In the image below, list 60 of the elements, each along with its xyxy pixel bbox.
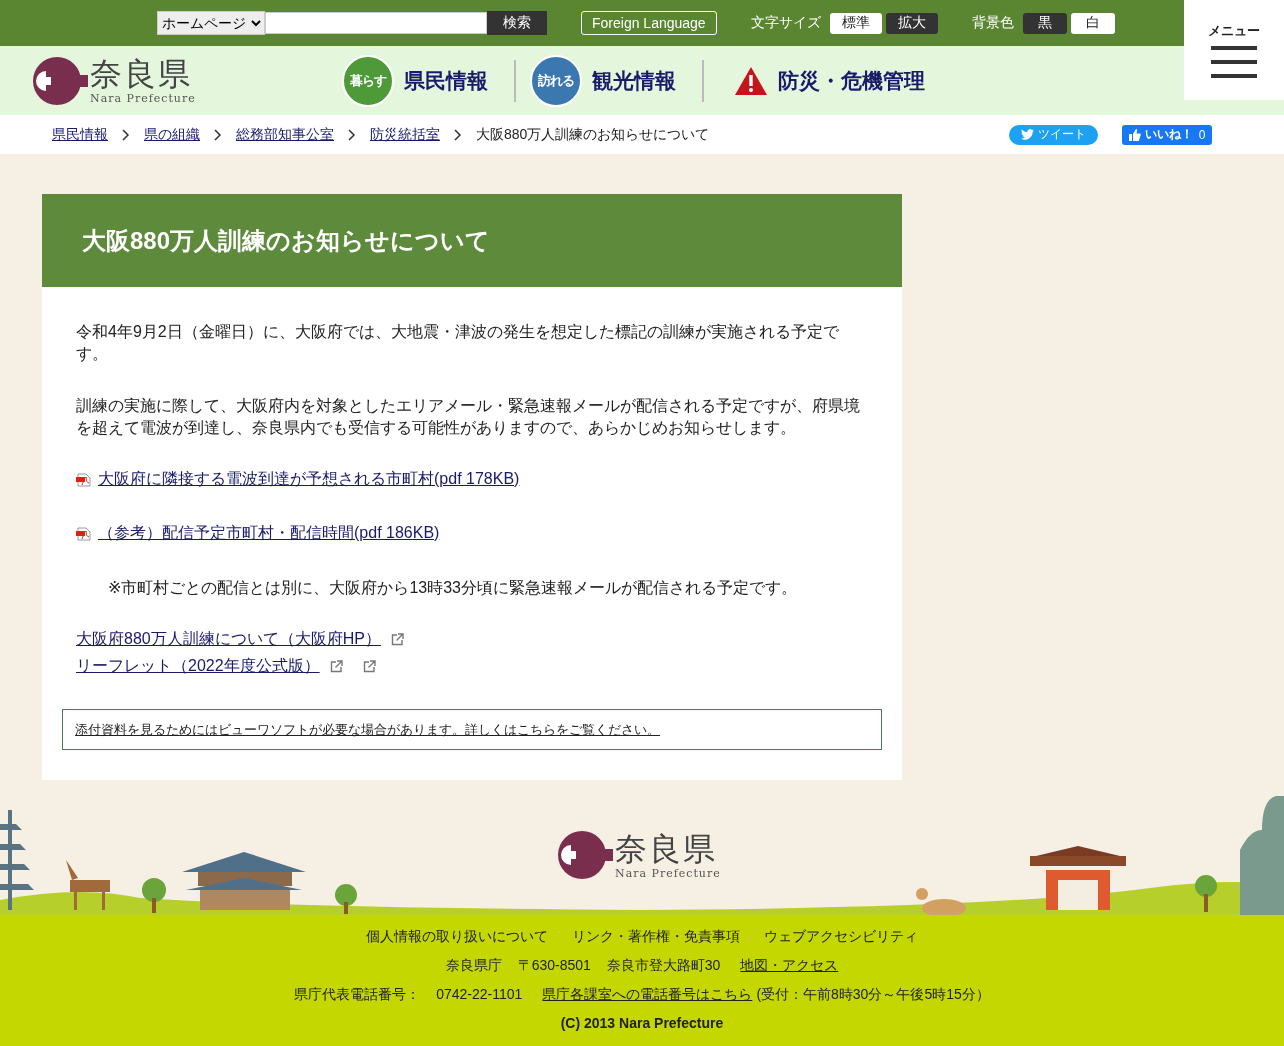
foreign-language-button[interactable]: Foreign Language <box>581 11 717 35</box>
background-color-button[interactable]: 白 <box>1070 12 1115 34</box>
footer-link[interactable]: 個人情報の取り扱いについて <box>366 927 548 945</box>
font-size-button[interactable]: 拡大 <box>885 12 938 34</box>
font-size-label: 文字サイズ <box>750 14 821 32</box>
nav-badge: 訪れる <box>529 54 582 107</box>
background-color-button[interactable]: 黒 <box>1022 12 1067 34</box>
breadcrumb-link[interactable]: 県の組織 <box>144 125 200 144</box>
address-text: 〒630-8501 <box>517 956 591 974</box>
pdf-link[interactable]: （参考）配信予定市町村・配信時間(pdf 186KB) <box>98 523 440 544</box>
chevron-right-icon <box>214 128 222 141</box>
nav-badge: 暮らす <box>341 54 394 107</box>
breadcrumb-link[interactable]: 防災統括室 <box>370 125 440 144</box>
phone-directory-link[interactable]: 県庁各課室への電話番号はこちら <box>542 985 753 1003</box>
external-link[interactable]: リーフレット（2022年度公式版） <box>76 656 320 677</box>
breadcrumb-link[interactable]: 総務部知事公室 <box>236 125 334 144</box>
office-hours: (受付：午前8時30分～午後5時15分） <box>756 985 990 1003</box>
menu-icon <box>1211 46 1257 78</box>
like-button[interactable]: いいね！ 0 <box>1122 124 1212 145</box>
chevron-right-icon <box>122 128 130 141</box>
external-link[interactable]: 大阪府880万人訓練について（大阪府HP） <box>76 629 381 650</box>
search-field[interactable] <box>265 12 487 34</box>
pdf-icon <box>76 472 92 487</box>
logo-emblem-icon <box>32 55 88 106</box>
pdf-icon <box>76 526 92 541</box>
nav-link[interactable]: 防災・危機管理 <box>733 65 937 96</box>
breadcrumb-current: 大阪880万人訓練のお知らせについて <box>476 125 710 144</box>
page-title: 大阪880万人訓練のお知らせについて <box>42 194 902 287</box>
pdf-link[interactable]: 大阪府に隣接する電波到達が予想される市町村(pdf 178KB) <box>98 469 520 490</box>
footer-link[interactable]: ウェブアクセシビリティ <box>764 927 918 945</box>
paragraph: 令和4年9月2日（金曜日）に、大阪府では、大地震・津波の発生を想定した標記の訓練が実施される予定です。 <box>76 322 840 364</box>
copyright: (C) 2013 Nara Prefecture <box>560 1014 724 1032</box>
address-text: 奈良市登大路町30 <box>606 956 721 974</box>
address-text: 奈良県庁 <box>445 956 502 974</box>
phone-label: 県庁代表電話番号： <box>294 985 421 1003</box>
chevron-right-icon <box>348 128 356 141</box>
logo-subtitle: Nara Prefecture <box>90 92 196 105</box>
font-size-button[interactable]: 標準 <box>829 12 882 34</box>
nav-link[interactable]: 訪れる 観光情報 <box>529 54 688 107</box>
footer-link[interactable]: リンク・著作権・免責事項 <box>572 927 740 945</box>
logo-title: 奈良県 <box>90 56 193 92</box>
breadcrumb-link[interactable]: 県民情報 <box>52 125 108 144</box>
external-link-icon <box>390 633 404 646</box>
bird-icon <box>1021 129 1034 140</box>
nav-link[interactable]: 暮らす 県民情報 <box>341 54 500 107</box>
background-color-label: 背景色 <box>971 14 1014 32</box>
logo-emblem-icon <box>557 830 613 880</box>
chevron-right-icon <box>454 128 462 141</box>
search-button[interactable]: 検索 <box>487 11 547 35</box>
site-select[interactable]: ホームページ <box>157 11 265 35</box>
viewer-software-link[interactable]: 添付資料を見るためにはビューワソフトが必要な場合があります。詳しくはこちらをご覧ください。 <box>75 722 660 737</box>
paragraph: 訓練の実施に際して、大阪府内を対象としたエリアメール・緊急速報メールが配信される予定ですが、府県境を超えて電波が到達し、奈良県内でも受信する可能性がありますので、あらかじめお知らせします。 <box>76 396 861 438</box>
phone-number: 0742-22-1101 <box>436 985 523 1003</box>
menu-button[interactable]: メニュー <box>1184 0 1284 100</box>
map-access-link[interactable]: 地図・アクセス <box>740 956 839 974</box>
thumbs-up-icon <box>1128 128 1141 141</box>
note-text: ※市町村ごとの配信とは別に、大阪府から13時33分頃に緊急速報メールが配信される予定です。 <box>107 578 798 598</box>
external-link-icon <box>329 660 343 673</box>
footer-logo-title: 奈良県 <box>615 830 718 867</box>
footer-logo-subtitle: Nara Prefecture <box>615 866 721 880</box>
